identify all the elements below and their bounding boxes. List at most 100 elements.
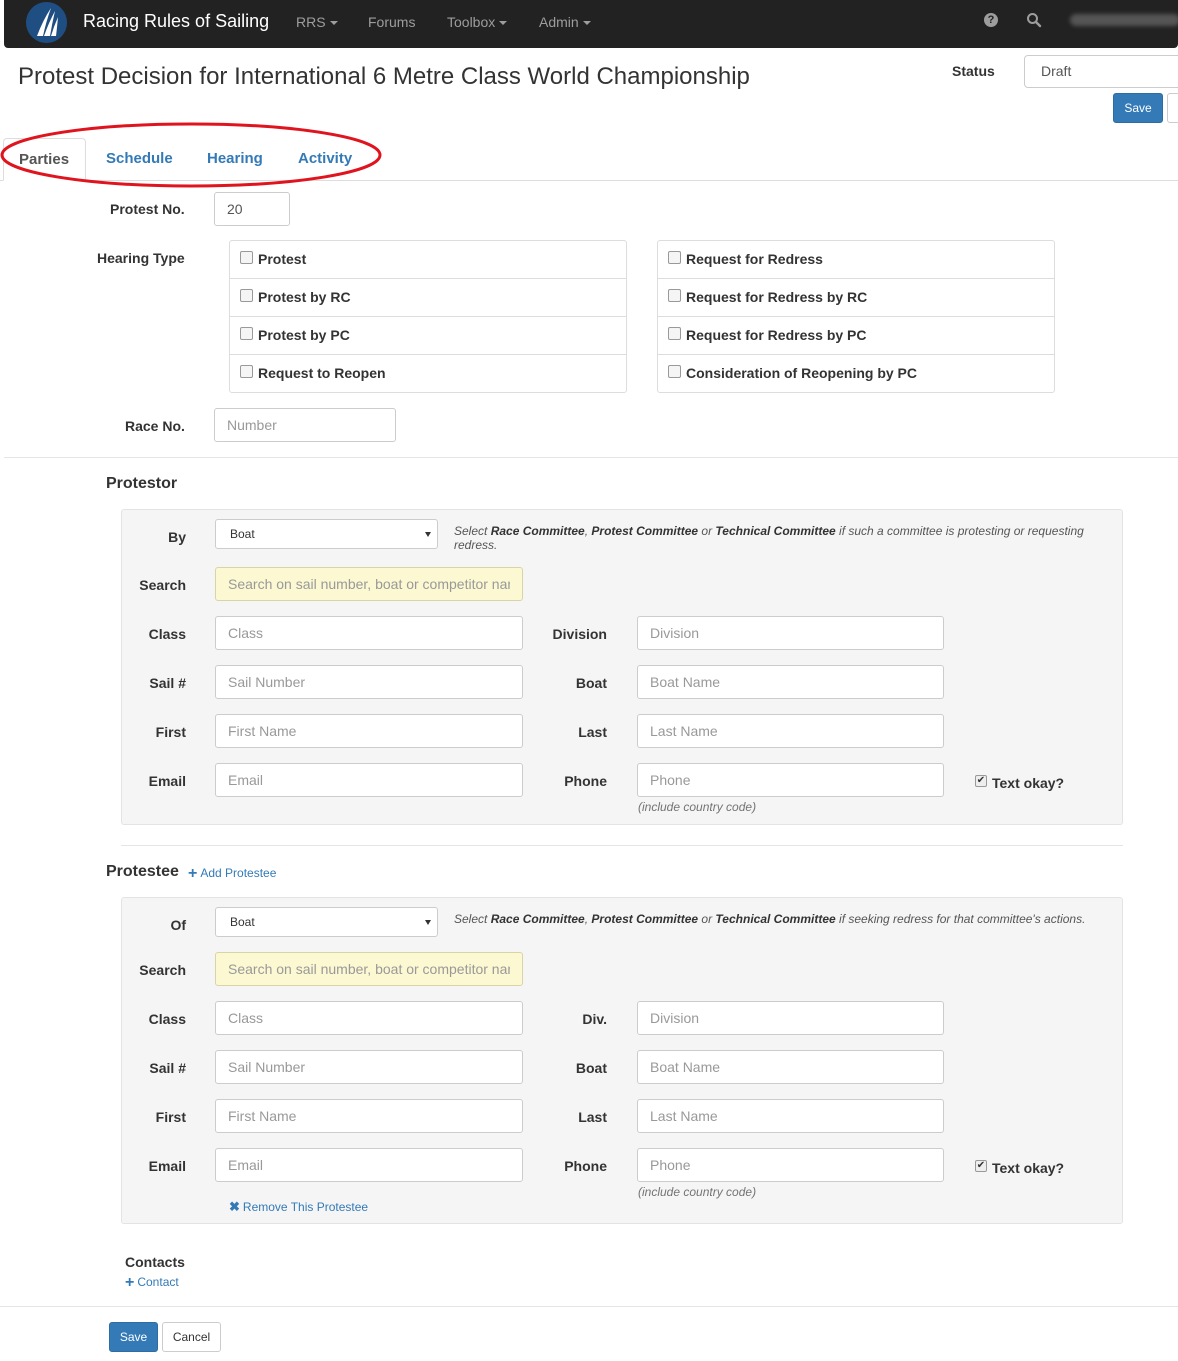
hint-tc: Technical Committee: [715, 912, 836, 926]
hearing-type-request-to-reopen[interactable]: Request to Reopen: [230, 355, 626, 393]
hint-pc: Protest Committee: [591, 912, 699, 926]
remove-protestee-link[interactable]: ✖ Remove This Protestee: [229, 1199, 369, 1215]
check-label: Request for Redress by PC: [686, 327, 867, 343]
plus-icon: +: [125, 1274, 135, 1291]
nav-rrs-dropdown[interactable]: RRS: [296, 13, 338, 31]
status-label: Status: [952, 63, 995, 79]
protestor-sail-label: Sail #: [149, 675, 186, 691]
protestor-first-input[interactable]: [215, 714, 523, 748]
nav-toolbox-dropdown[interactable]: Toolbox: [447, 13, 508, 31]
protestee-first-input[interactable]: [215, 1099, 523, 1133]
hint-text: Select: [454, 912, 491, 926]
brand-title[interactable]: Racing Rules of Sailing: [83, 10, 269, 32]
add-contact-link[interactable]: + Contact: [125, 1274, 179, 1291]
protestee-first-label: First: [155, 1109, 186, 1125]
protestor-text-okay-label: Text okay?: [992, 775, 1065, 791]
select-value: Boat: [230, 915, 255, 929]
tab-parties[interactable]: Parties: [3, 138, 86, 181]
protestee-heading: Protestee: [106, 863, 179, 880]
protestee-email-input[interactable]: [215, 1148, 523, 1182]
sail-logo-icon[interactable]: [26, 2, 67, 43]
hearing-type-protest[interactable]: Protest: [230, 241, 626, 279]
close-icon: ✖: [229, 1199, 240, 1214]
protestor-text-okay-checkbox[interactable]: ✔: [975, 775, 987, 787]
add-protestee-label: Add Protestee: [200, 866, 277, 880]
protestor-by-select[interactable]: Boat: [215, 519, 438, 549]
protestor-search-input[interactable]: [215, 567, 523, 601]
question-circle-icon[interactable]: ?: [984, 13, 998, 27]
footer-save-button[interactable]: Save: [109, 1322, 158, 1352]
protestor-email-label: Email: [148, 773, 186, 789]
protestee-of-select[interactable]: Boat: [215, 907, 438, 937]
hearing-type-request-redress[interactable]: Request for Redress: [658, 241, 1054, 279]
plus-icon: +: [188, 865, 198, 882]
tab-schedule[interactable]: Schedule: [91, 138, 188, 181]
protestor-by-label: By: [168, 529, 186, 545]
footer-cancel-button[interactable]: Cancel: [162, 1322, 221, 1352]
protestee-phone-label: Phone: [564, 1158, 607, 1174]
protestee-search-input[interactable]: [215, 952, 523, 986]
protestee-division-label: Div.: [582, 1011, 607, 1027]
protestor-division-input[interactable]: [637, 616, 944, 650]
nav-forums-link[interactable]: Forums: [368, 13, 415, 31]
caret-down-icon: [582, 21, 591, 26]
protestee-class-input[interactable]: [215, 1001, 523, 1035]
protestor-division-label: Division: [552, 626, 607, 642]
protestee-phone-input[interactable]: [637, 1148, 944, 1182]
hint-rc: Race Committee: [490, 524, 585, 538]
protestor-boat-input[interactable]: [637, 665, 944, 699]
hearing-type-protest-by-rc[interactable]: Protest by RC: [230, 279, 626, 317]
remove-protestee-label: Remove This Protestee: [242, 1200, 369, 1214]
protestor-phone-input[interactable]: [637, 763, 944, 797]
select-value: Boat: [230, 527, 255, 541]
protest-no-input[interactable]: [214, 192, 290, 226]
protestor-last-input[interactable]: [637, 714, 944, 748]
more-button[interactable]: [1167, 93, 1178, 123]
page-title: Protest Decision for International 6 Met…: [18, 63, 750, 90]
protestee-sail-input[interactable]: [215, 1050, 523, 1084]
hearing-type-protest-by-pc[interactable]: Protest by PC: [230, 317, 626, 355]
checkbox[interactable]: [240, 327, 253, 340]
protestee-division-input[interactable]: [637, 1001, 944, 1035]
status-select[interactable]: Draft: [1024, 55, 1178, 88]
checkbox[interactable]: [240, 251, 253, 264]
tab-activity[interactable]: Activity: [283, 138, 367, 181]
protestee-boat-label: Boat: [575, 1060, 607, 1076]
hearing-type-request-redress-by-rc[interactable]: Request for Redress by RC: [658, 279, 1054, 317]
protestee-boat-input[interactable]: [637, 1050, 944, 1084]
user-account-menu[interactable]: [1070, 14, 1178, 26]
checkbox[interactable]: [240, 289, 253, 302]
hint-tc: Technical Committee: [715, 524, 836, 538]
search-icon[interactable]: [1026, 12, 1042, 28]
checkbox[interactable]: [668, 365, 681, 378]
hearing-type-group-right: Request for Redress Request for Redress …: [657, 240, 1055, 393]
section-divider: [121, 845, 1123, 846]
hearing-type-request-redress-by-pc[interactable]: Request for Redress by PC: [658, 317, 1054, 355]
checkbox[interactable]: [668, 251, 681, 264]
add-protestee-link[interactable]: + Add Protestee: [188, 865, 277, 882]
protestee-last-input[interactable]: [637, 1099, 944, 1133]
protestor-class-input[interactable]: [215, 616, 523, 650]
checkbox[interactable]: [668, 327, 681, 340]
protestee-hint: Select Race Committee, Protest Committee…: [454, 912, 1126, 926]
checkbox[interactable]: [668, 289, 681, 302]
protestor-phone-help: (include country code): [638, 800, 757, 814]
protestee-text-okay-checkbox[interactable]: ✔: [975, 1160, 987, 1172]
race-no-label: Race No.: [125, 418, 185, 434]
protestor-sail-input[interactable]: [215, 665, 523, 699]
nav-admin-dropdown[interactable]: Admin: [539, 13, 591, 31]
nav-toolbox-label: Toolbox: [447, 14, 496, 30]
protestor-phone-label: Phone: [564, 773, 607, 789]
protestee-search-label: Search: [139, 962, 186, 978]
hint-text: or: [698, 524, 716, 538]
checkbox[interactable]: [240, 365, 253, 378]
race-no-input[interactable]: [214, 408, 396, 442]
save-button[interactable]: Save: [1113, 93, 1163, 123]
caret-down-icon: [329, 21, 338, 26]
hearing-type-consideration-reopening[interactable]: Consideration of Reopening by PC: [658, 355, 1054, 393]
section-divider: [4, 457, 1178, 458]
protestor-email-input[interactable]: [215, 763, 523, 797]
protestee-email-label: Email: [148, 1158, 186, 1174]
protestee-sail-label: Sail #: [149, 1060, 186, 1076]
tab-hearing[interactable]: Hearing: [192, 138, 278, 181]
